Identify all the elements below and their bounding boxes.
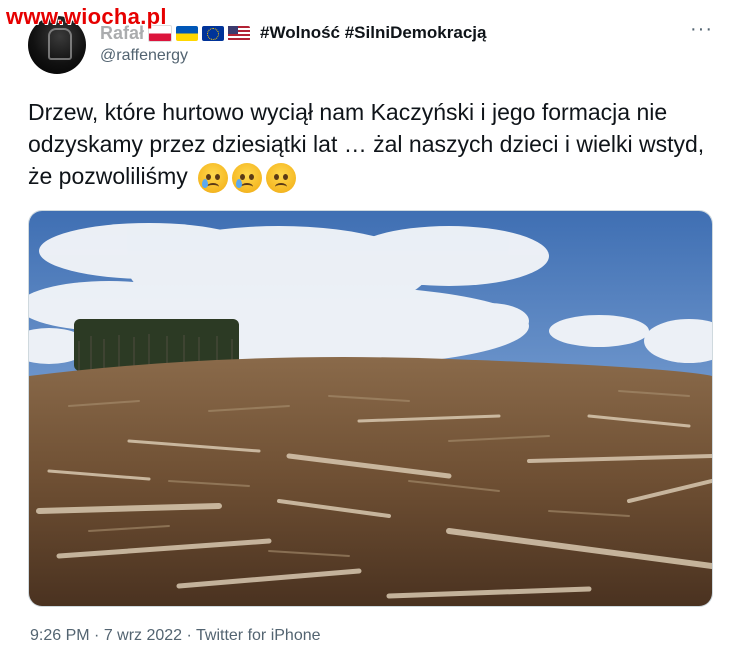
- tweet-date[interactable]: 7 wrz 2022: [104, 627, 182, 644]
- clearcut-forest-photo: [29, 211, 712, 606]
- tweet-time[interactable]: 9:26 PM: [30, 627, 90, 644]
- tweet-client[interactable]: Twitter for iPhone: [196, 627, 321, 644]
- ua-flag-icon: [176, 25, 199, 41]
- eu-flag-icon: [202, 25, 225, 41]
- crying-face-emoji-icon: [232, 162, 263, 193]
- tweet-meta: 9:26 PM · 7 wrz 2022 · Twitter for iPhon…: [30, 627, 321, 645]
- author-hashtags: #Wolność #SilniDemokracją: [260, 23, 487, 42]
- author-handle[interactable]: @raffenergy: [100, 47, 188, 65]
- meta-separator: ·: [182, 627, 197, 644]
- watermark: www.wiocha.pl: [6, 4, 167, 29]
- tweet-body: Drzew, które hurtowo wyciął nam Kaczyńsk…: [28, 96, 718, 193]
- emoji-group: [198, 162, 297, 193]
- tweet-photo[interactable]: [28, 210, 713, 607]
- meta-separator: ·: [89, 627, 104, 644]
- crying-face-emoji-icon: [266, 162, 297, 193]
- us-flag-icon: [228, 25, 251, 41]
- tweet-text: Drzew, które hurtowo wyciął nam Kaczyńsk…: [28, 99, 705, 189]
- avatar-icon: [48, 28, 72, 60]
- more-options-icon[interactable]: ···: [690, 18, 713, 41]
- crying-face-emoji-icon: [198, 162, 229, 193]
